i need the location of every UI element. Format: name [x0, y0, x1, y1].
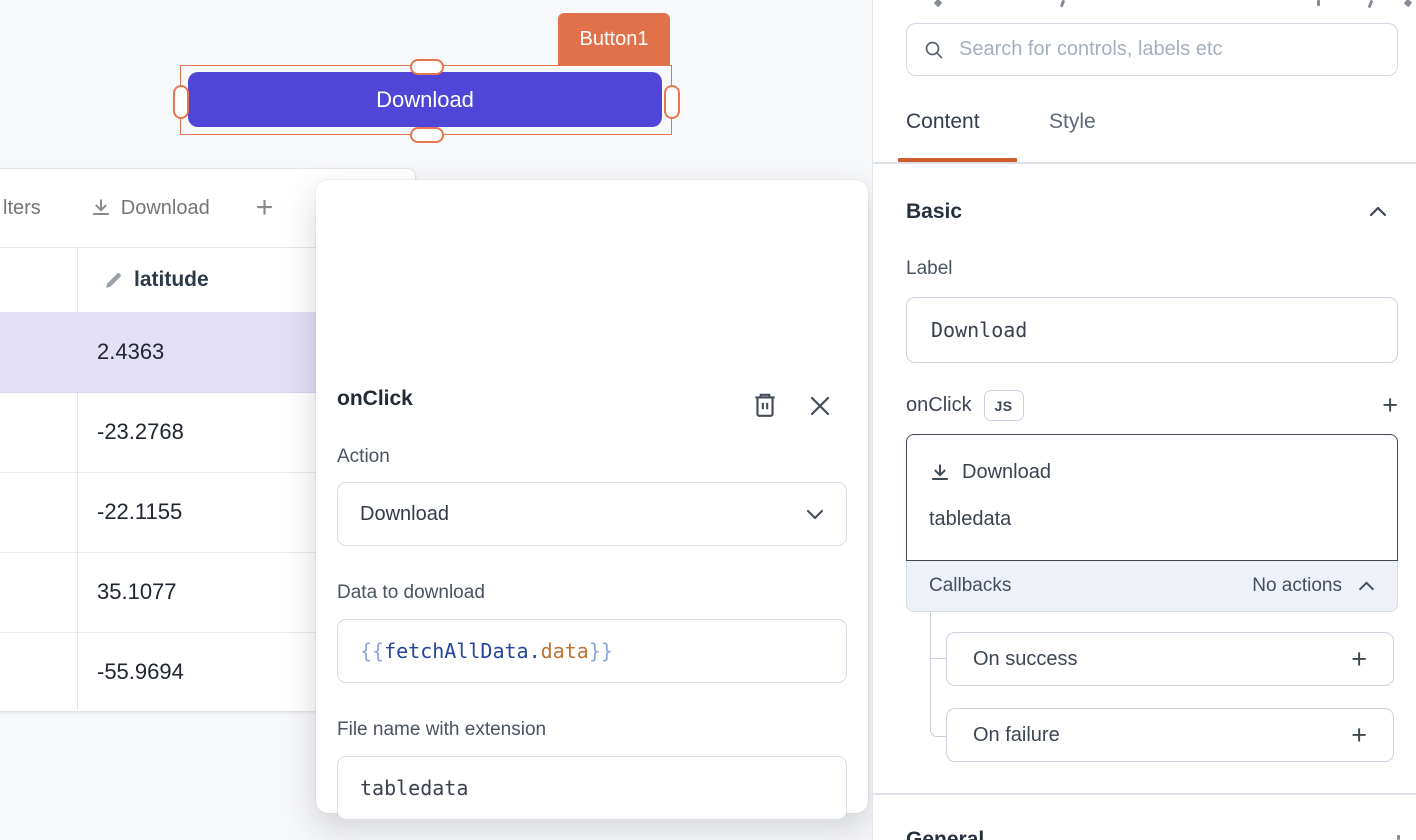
code-dot: . — [529, 639, 541, 663]
table-download-button[interactable]: Download — [90, 197, 210, 220]
chevron-down-icon — [806, 509, 824, 520]
label-input[interactable]: Download — [906, 297, 1398, 363]
cell-latitude: 35.1077 — [0, 579, 177, 605]
action-select[interactable]: Download — [337, 482, 847, 546]
callbacks-toggle-row[interactable]: Callbacks No actions — [906, 561, 1398, 612]
add-success-action-button[interactable]: + — [1351, 646, 1367, 673]
section-divider — [873, 793, 1416, 795]
data-to-download-label: Data to download — [337, 582, 485, 604]
download-icon — [929, 462, 951, 484]
on-failure-row[interactable]: On failure + — [946, 708, 1394, 762]
table-add-column-button[interactable]: + — [256, 193, 274, 223]
modal-title: onClick — [337, 387, 413, 411]
edit-pencil-icon — [103, 270, 124, 291]
on-success-row[interactable]: On success + — [946, 632, 1394, 686]
resize-handle-bottom[interactable] — [410, 127, 444, 143]
file-name-input[interactable]: tabledata — [337, 756, 847, 820]
delete-action-button[interactable] — [752, 391, 778, 419]
property-pane: Content Style Basic Label Download onCli… — [872, 0, 1416, 840]
card-action-filename: tabledata — [929, 508, 1011, 531]
download-button-widget[interactable]: Download — [188, 72, 662, 127]
table-download-label: Download — [121, 197, 210, 220]
section-title-basic[interactable]: Basic — [906, 200, 962, 224]
tab-style[interactable]: Style — [1049, 110, 1096, 134]
code-property: data — [541, 639, 589, 663]
file-name-label: File name with extension — [337, 719, 546, 741]
cell-latitude: -55.9694 — [0, 659, 184, 685]
code-object: fetchAllData — [384, 639, 529, 663]
on-success-label: On success — [973, 648, 1077, 671]
app-root: Button1 Download lters Download — [0, 0, 1416, 840]
onclick-property-label: onClick — [906, 394, 972, 417]
callback-connector-line — [930, 612, 947, 737]
cropped-icon-fragment — [1397, 835, 1400, 840]
table-filters-button[interactable]: lters — [3, 197, 41, 220]
data-to-download-input[interactable]: {{fetchAllData.data}} — [337, 619, 847, 683]
add-failure-action-button[interactable]: + — [1351, 722, 1367, 749]
resize-handle-right[interactable] — [664, 85, 680, 119]
cell-latitude: -22.1155 — [0, 499, 182, 525]
cropped-text-fragment — [934, 0, 942, 7]
file-name-value: tabledata — [360, 776, 468, 800]
cropped-text-fragment — [1404, 0, 1412, 7]
canvas[interactable]: Button1 Download lters Download — [0, 0, 872, 840]
js-toggle-badge[interactable]: JS — [984, 390, 1024, 421]
add-action-button[interactable]: + — [1382, 392, 1398, 419]
cropped-text-fragment — [1368, 0, 1374, 8]
label-field-label: Label — [906, 258, 953, 280]
download-icon — [90, 197, 112, 219]
on-failure-label: On failure — [973, 724, 1060, 747]
callbacks-label: Callbacks — [929, 575, 1011, 597]
search-icon — [923, 39, 945, 61]
tab-content[interactable]: Content — [906, 110, 980, 134]
column-header-label: latitude — [134, 268, 209, 292]
code-close-braces: }} — [589, 639, 613, 663]
callback-connector-line — [930, 658, 946, 661]
filters-label: lters — [3, 197, 41, 220]
onclick-action-modal: onClick Action Download Dat — [316, 180, 868, 813]
resize-handle-top[interactable] — [410, 59, 444, 75]
label-input-value: Download — [931, 318, 1027, 342]
onclick-action-card[interactable]: Download tabledata — [906, 434, 1398, 561]
cropped-text-fragment — [1060, 0, 1065, 7]
widget-name-badge[interactable]: Button1 — [558, 13, 670, 65]
action-select-value: Download — [360, 503, 449, 526]
resize-handle-left[interactable] — [173, 85, 189, 119]
cell-latitude: 2.4363 — [0, 339, 164, 365]
section-title-general[interactable]: General — [906, 828, 984, 840]
tabs-divider — [873, 162, 1416, 164]
search-input[interactable] — [957, 37, 1381, 62]
close-icon[interactable] — [808, 394, 832, 418]
code-open-braces: {{ — [360, 639, 384, 663]
chevron-up-icon — [1358, 581, 1375, 591]
card-action-name: Download — [962, 461, 1051, 484]
collapse-basic-chevron-up-icon[interactable] — [1369, 206, 1387, 217]
cell-latitude: -23.2768 — [0, 419, 184, 445]
search-field[interactable] — [906, 23, 1398, 76]
action-field-label: Action — [337, 446, 390, 468]
cropped-text-fragment — [1317, 0, 1320, 6]
callbacks-status: No actions — [1252, 575, 1342, 597]
